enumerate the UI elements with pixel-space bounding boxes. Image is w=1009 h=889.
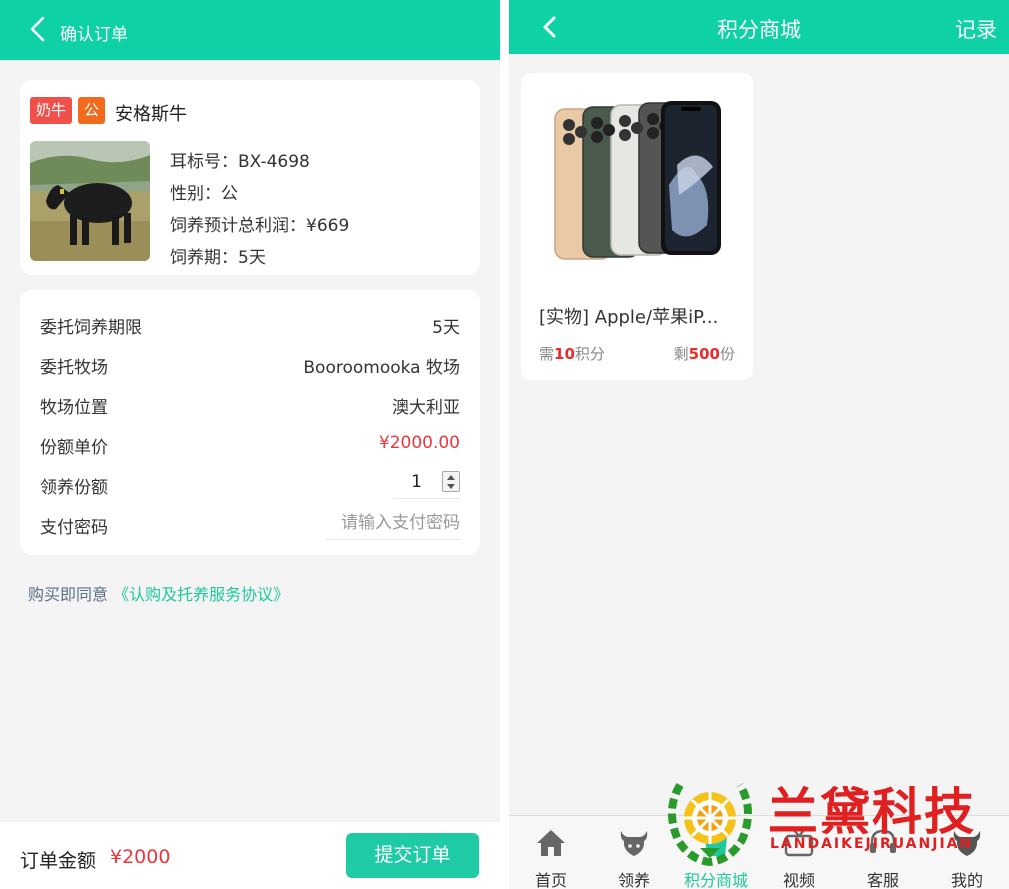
- page-title: 积分商城: [717, 18, 801, 42]
- product-image: [554, 101, 721, 260]
- panel-divider: [500, 0, 509, 889]
- headset-icon: [870, 829, 896, 853]
- stock-remaining: 剩500份: [674, 343, 735, 364]
- need-points: 10: [554, 345, 575, 363]
- quantity-stepper[interactable]: 1: [393, 467, 460, 499]
- tv-icon: [784, 829, 814, 857]
- tab-label: 我的: [950, 871, 983, 889]
- agreement-link[interactable]: 《认购及托养服务协议》: [113, 585, 289, 604]
- ranch-location-value: 澳大利亚: [392, 398, 460, 418]
- ranch-location-label: 牧场位置: [40, 398, 108, 418]
- ranch-value: Booroomooka 牧场: [303, 358, 460, 378]
- left-suffix: 份: [719, 345, 735, 363]
- profile-icon: [953, 831, 981, 856]
- tab-label: 客服: [866, 871, 899, 889]
- tab-home[interactable]: 首页: [511, 816, 591, 889]
- feeding-period: 饲养期：5天: [170, 248, 266, 268]
- cow-gender: 性别：公: [170, 184, 238, 204]
- left-prefix: 剩: [673, 345, 689, 363]
- home-icon: [537, 830, 565, 856]
- entrust-period-value: 5天: [432, 318, 460, 338]
- agreement-notice: 购买即同意 《认购及托养服务协议》: [28, 581, 289, 605]
- bottom-tab-bar: 首页 领养 积分商城 视频 客服 我的: [509, 815, 1009, 889]
- order-footer: 订单金额 ¥2000 提交订单: [0, 822, 500, 889]
- cow-name: 安格斯牛: [115, 104, 187, 125]
- unit-price-value: ¥2000.00: [378, 433, 460, 453]
- total-label: 订单金额: [20, 850, 97, 872]
- unit-price-label: 份额单价: [40, 438, 108, 458]
- decrement-arrow-icon[interactable]: [447, 484, 455, 489]
- tab-adopt[interactable]: 领养: [594, 816, 674, 889]
- order-detail-card: 委托饲养期限 5天 委托牧场 Booroomooka 牧场 牧场位置 澳大利亚 …: [20, 290, 480, 555]
- need-prefix: 需: [539, 345, 555, 363]
- page-title: 确认订单: [60, 25, 128, 45]
- category-badge: 奶牛: [30, 97, 72, 124]
- agreement-text: 购买即同意: [28, 585, 109, 604]
- cow-summary-card: 奶牛 公 安格斯牛 耳标号：BX-4698 性别：公 饲养预计总利润：¥669 …: [20, 80, 480, 275]
- order-header: 确认订单: [0, 0, 500, 60]
- ear-tag-number: 耳标号：BX-4698: [170, 152, 310, 172]
- expected-profit: 饲养预计总利润：¥669: [170, 216, 350, 236]
- pay-password-label: 支付密码: [40, 518, 108, 538]
- record-link[interactable]: 记录: [955, 14, 997, 44]
- need-suffix: 积分: [574, 345, 605, 363]
- cow-icon: [620, 831, 648, 856]
- tab-label: 首页: [534, 871, 567, 889]
- cow-photo: [30, 141, 150, 261]
- tab-label: 视频: [782, 871, 815, 889]
- gender-badge: 公: [78, 97, 105, 124]
- confirm-order-screen: 确认订单 奶牛 公 安格斯牛 耳标号：BX-4698 性别：公 饲养预计总利润：…: [0, 0, 500, 889]
- mall-icon: [705, 828, 727, 856]
- tab-video[interactable]: 视频: [759, 816, 839, 889]
- quantity-value[interactable]: 1: [411, 472, 422, 492]
- mall-header: 积分商城 记录: [509, 0, 1009, 54]
- tab-label: 领养: [617, 871, 650, 889]
- points-required: 需10积分: [539, 343, 605, 364]
- tab-service[interactable]: 客服: [843, 816, 923, 889]
- tab-points-mall[interactable]: 积分商城: [676, 816, 756, 889]
- submit-order-button[interactable]: 提交订单: [346, 833, 479, 878]
- tab-mine[interactable]: 我的: [927, 816, 1007, 889]
- left-count: 500: [688, 345, 720, 363]
- pay-password-input[interactable]: [325, 506, 460, 540]
- points-mall-screen: 积分商城 记录 [实物] Apple/苹果iP... 需10积分 剩500份 首…: [509, 0, 1009, 889]
- tab-label: 积分商城: [683, 871, 748, 889]
- total-amount: ¥2000: [110, 846, 171, 868]
- ranch-label: 委托牧场: [40, 358, 108, 378]
- back-arrow-icon[interactable]: [28, 16, 50, 42]
- spin-buttons[interactable]: [442, 471, 460, 492]
- entrust-period-label: 委托饲养期限: [40, 318, 142, 338]
- shares-label: 领养份额: [40, 478, 108, 498]
- increment-arrow-icon[interactable]: [447, 475, 455, 480]
- product-title: [实物] Apple/苹果iP...: [539, 307, 719, 328]
- product-card[interactable]: [实物] Apple/苹果iP... 需10积分 剩500份: [521, 73, 753, 380]
